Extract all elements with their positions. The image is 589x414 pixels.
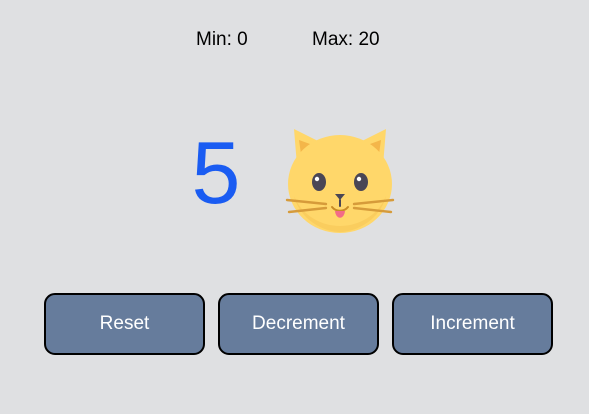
counter-value: 5 (191, 123, 241, 222)
decrement-button[interactable]: Decrement (218, 293, 379, 355)
limits-bar: Min: 0 Max: 20 (0, 28, 589, 52)
cat-face-icon (282, 118, 398, 234)
counter-controls: Reset Decrement Increment (44, 293, 554, 355)
max-label: Max: 20 (312, 29, 380, 50)
increment-button[interactable]: Increment (392, 293, 553, 355)
min-label: Min: 0 (196, 29, 248, 50)
reset-button[interactable]: Reset (44, 293, 205, 355)
